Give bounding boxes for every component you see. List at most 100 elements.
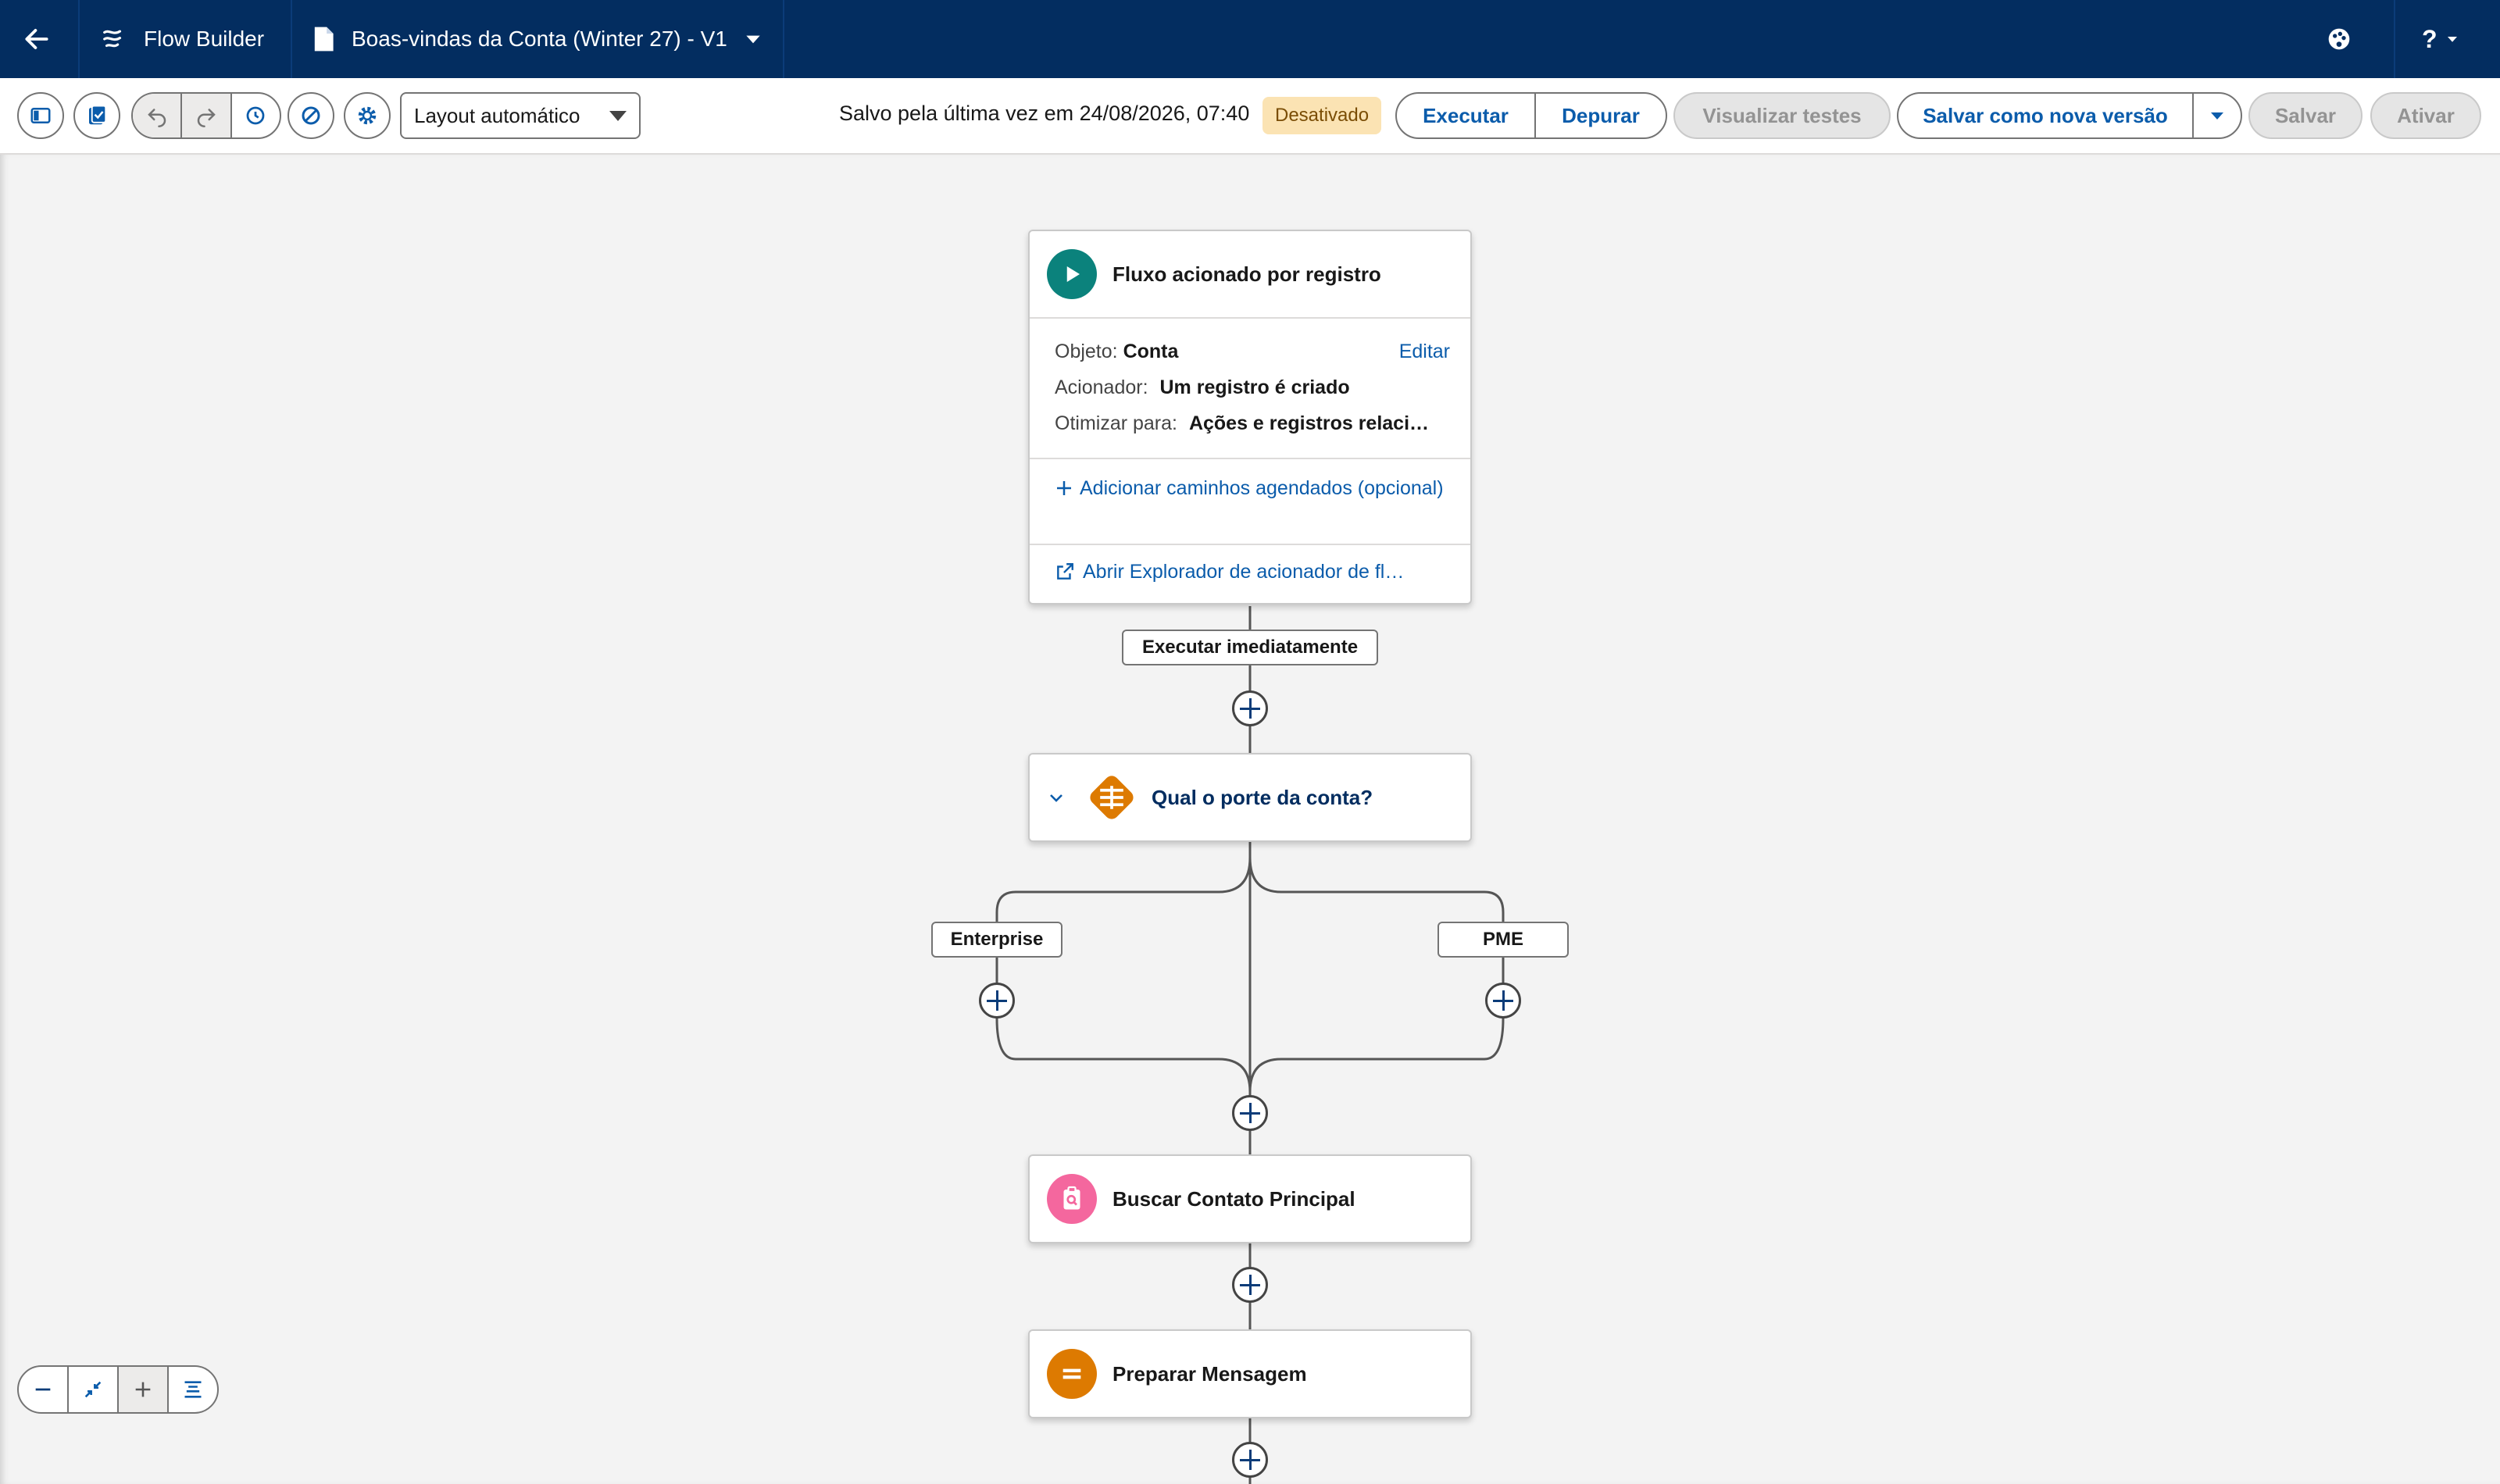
version-history-button[interactable]: [232, 94, 280, 137]
contract-icon: [84, 1381, 102, 1398]
get-records-node-header: Buscar Contato Principal: [1030, 1156, 1470, 1242]
save-as-new-version-button[interactable]: Salvar como nova versão: [1897, 92, 2194, 139]
history-icon: [246, 106, 265, 125]
open-trigger-explorer-text: Abrir Explorador de acionador de fl…: [1083, 561, 1405, 583]
help-menu[interactable]: ?: [2422, 0, 2459, 78]
global-header: Flow Builder Boas-vindas da Conta (Winte…: [0, 0, 2500, 78]
center-view-button[interactable]: [169, 1367, 217, 1412]
optimize-label: Otimizar para:: [1055, 412, 1177, 434]
minus-icon: [35, 1388, 51, 1391]
divider: [1030, 458, 1470, 459]
object-row: Objeto: Conta: [1055, 341, 1178, 363]
save-options-menu[interactable]: [2192, 92, 2242, 139]
chevron-down-icon: [746, 35, 760, 44]
zoom-in-button[interactable]: [119, 1367, 169, 1412]
chevron-down-icon: [2447, 37, 2457, 42]
assignment-node-title: Preparar Mensagem: [1112, 1361, 1307, 1386]
undo-button[interactable]: [133, 94, 183, 137]
trigger-value: Um registro é criado: [1159, 376, 1350, 398]
chevron-down-icon: [2211, 112, 2223, 120]
toolbar: Layout automático Salvo pela última vez …: [0, 78, 2500, 155]
settings-button[interactable]: [344, 92, 391, 139]
check-errors-button[interactable]: [73, 92, 120, 139]
assignment-icon: [1047, 1349, 1097, 1399]
help-icon: ?: [2422, 24, 2438, 53]
divider: [783, 0, 784, 78]
deactivate-button[interactable]: [288, 92, 334, 139]
flow-title-menu[interactable]: Boas-vindas da Conta (Winter 27) - V1: [312, 0, 763, 78]
flow-title: Boas-vindas da Conta (Winter 27) - V1: [352, 27, 727, 51]
open-trigger-explorer-link[interactable]: Abrir Explorador de acionador de fl…: [1055, 561, 1404, 583]
add-element-button[interactable]: [1232, 1095, 1268, 1131]
arrow-left-icon: [25, 29, 48, 49]
add-scheduled-paths-link[interactable]: Adicionar caminhos agendados (opcional): [1055, 473, 1445, 503]
save-button[interactable]: Salvar: [2248, 92, 2362, 139]
debug-button[interactable]: Depurar: [1534, 92, 1667, 139]
add-element-button[interactable]: [1232, 1267, 1268, 1303]
object-label: Objeto:: [1055, 341, 1118, 362]
decision-node-title: Qual o porte da conta?: [1152, 785, 1373, 809]
toggle-panel-button[interactable]: [17, 92, 64, 139]
chevron-down-icon[interactable]: [1047, 788, 1066, 807]
divider: [2394, 0, 2395, 78]
divider: [1030, 544, 1470, 545]
theme-button[interactable]: [2327, 0, 2352, 78]
document-icon: [314, 27, 334, 52]
add-icon: [1057, 481, 1071, 495]
add-scheduled-paths-text: Adicionar caminhos agendados (opcional): [1080, 477, 1444, 499]
view-tests-button[interactable]: Visualizar testes: [1673, 92, 1891, 139]
object-value: Conta: [1123, 341, 1179, 362]
external-link-icon: [1057, 563, 1073, 580]
activate-button[interactable]: Ativar: [2370, 92, 2481, 139]
start-node-header: Fluxo acionado por registro: [1030, 231, 1470, 317]
add-element-button[interactable]: [1232, 1442, 1268, 1478]
trigger-row: Acionador: Um registro é criado: [1055, 376, 1350, 399]
path-label[interactable]: Executar imediatamente: [1122, 630, 1378, 665]
app-name: Flow Builder: [144, 27, 265, 51]
branch-label-enterprise[interactable]: Enterprise: [931, 922, 1062, 958]
edit-trigger-link[interactable]: Editar: [1399, 341, 1450, 363]
panel-icon: [30, 108, 51, 123]
ban-icon: [302, 106, 320, 125]
palette-icon: [2328, 28, 2350, 50]
divider: [291, 0, 292, 78]
zoom-out-button[interactable]: [19, 1367, 69, 1412]
flow-canvas[interactable]: Fluxo acionado por registro Objeto: Cont…: [0, 155, 2500, 1484]
get-records-icon: [1047, 1174, 1097, 1224]
app-title: Flow Builder: [100, 0, 264, 78]
start-node-title: Fluxo acionado por registro: [1112, 262, 1381, 286]
fit-to-view-button[interactable]: [69, 1367, 119, 1412]
status-badge: Desativado: [1262, 97, 1382, 134]
assignment-node[interactable]: Preparar Mensagem: [1028, 1329, 1472, 1418]
redo-button[interactable]: [182, 94, 232, 137]
history-group: [131, 92, 281, 139]
decision-node[interactable]: Qual o porte da conta?: [1028, 753, 1472, 842]
run-button[interactable]: Executar: [1395, 92, 1536, 139]
gear-icon: [358, 106, 377, 125]
zoom-controls: [17, 1365, 219, 1414]
add-element-button[interactable]: [1485, 983, 1521, 1018]
assignment-node-header: Preparar Mensagem: [1030, 1331, 1470, 1417]
layout-select[interactable]: Layout automático: [400, 92, 641, 139]
decision-icon: [1083, 769, 1141, 826]
undo-icon: [147, 109, 166, 127]
redo-icon: [197, 109, 216, 127]
chevron-down-icon: [609, 111, 627, 121]
divider: [78, 0, 80, 78]
flow-icon: [103, 30, 122, 48]
plus-icon: [135, 1382, 151, 1397]
get-records-node[interactable]: Buscar Contato Principal: [1028, 1154, 1472, 1243]
divider: [1030, 317, 1470, 319]
clipboard-check-icon: [89, 105, 107, 125]
branch-label-pme[interactable]: PME: [1438, 922, 1569, 958]
optimize-value: Ações e registros relaci…: [1188, 412, 1430, 434]
align-center-icon: [184, 1381, 202, 1398]
get-records-node-title: Buscar Contato Principal: [1112, 1186, 1355, 1211]
add-element-button[interactable]: [979, 983, 1015, 1018]
start-node[interactable]: Fluxo acionado por registro Objeto: Cont…: [1028, 230, 1472, 605]
trigger-label: Acionador:: [1055, 376, 1148, 398]
add-element-button[interactable]: [1232, 690, 1268, 726]
play-icon: [1047, 249, 1097, 299]
last-saved-text: Salvo pela última vez em 24/08/2026, 07:…: [839, 102, 1250, 125]
back-button[interactable]: [22, 0, 52, 78]
